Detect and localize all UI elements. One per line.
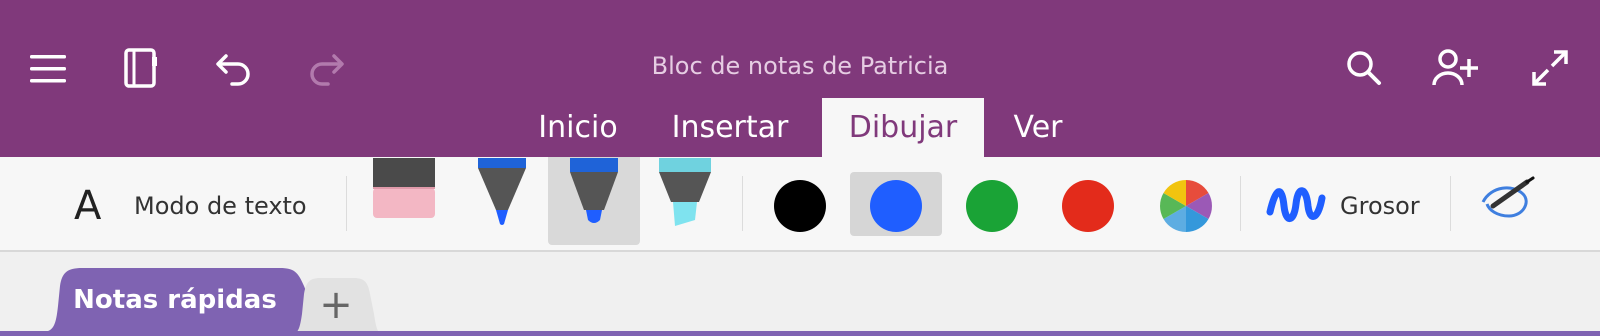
pen-icon [478,158,526,225]
color-wheel-icon [1160,180,1212,232]
text-mode-button[interactable]: A Modo de texto [70,180,330,230]
pen-button[interactable] [472,158,532,228]
search-button[interactable] [1340,44,1388,92]
add-person-icon [1432,49,1478,86]
tab-ver[interactable]: Ver [1000,98,1076,157]
search-icon [1347,51,1381,85]
add-section-button[interactable]: + [306,282,366,328]
section-tabs-underline [0,331,1600,336]
lasso-pen-icon [1481,176,1535,218]
color-swatch-blue[interactable] [866,176,926,236]
tab-dibujar[interactable]: Dibujar [822,98,984,157]
plus-icon: + [319,282,353,328]
color-dot [870,180,922,232]
color-picker-button[interactable] [1156,176,1216,236]
toolbar-divider [346,176,347,231]
section-tab-label: Notas rápidas [73,285,277,315]
color-dot [1062,180,1114,232]
thickness-squiggle-icon [1266,187,1326,222]
eraser-icon [373,158,435,218]
section-tab-notas-rapidas[interactable]: Notas rápidas [62,270,288,330]
color-dot [966,180,1018,232]
eraser-button[interactable] [368,158,440,222]
color-swatch-red[interactable] [1058,176,1118,236]
tab-insertar[interactable]: Insertar [660,98,800,157]
color-swatch-green[interactable] [962,176,1022,236]
text-mode-label: Modo de texto [134,192,307,220]
thickness-label: Grosor [1340,192,1420,220]
ink-to-shape-button[interactable] [1476,172,1542,234]
share-button[interactable] [1428,44,1484,92]
color-dot [774,180,826,232]
marker-button[interactable] [562,158,626,228]
color-swatch-black[interactable] [770,176,830,236]
text-mode-glyph: A [74,183,102,229]
marker-icon [570,158,618,223]
fullscreen-button[interactable] [1526,46,1574,90]
toolbar-divider [1240,176,1241,231]
thickness-button[interactable]: Grosor [1266,180,1432,230]
highlighter-button[interactable] [654,158,716,228]
toolbar-divider [1450,176,1451,231]
expand-icon [1532,50,1568,86]
tab-inicio[interactable]: Inicio [520,98,636,157]
highlighter-icon [659,158,711,226]
toolbar-divider [742,176,743,231]
